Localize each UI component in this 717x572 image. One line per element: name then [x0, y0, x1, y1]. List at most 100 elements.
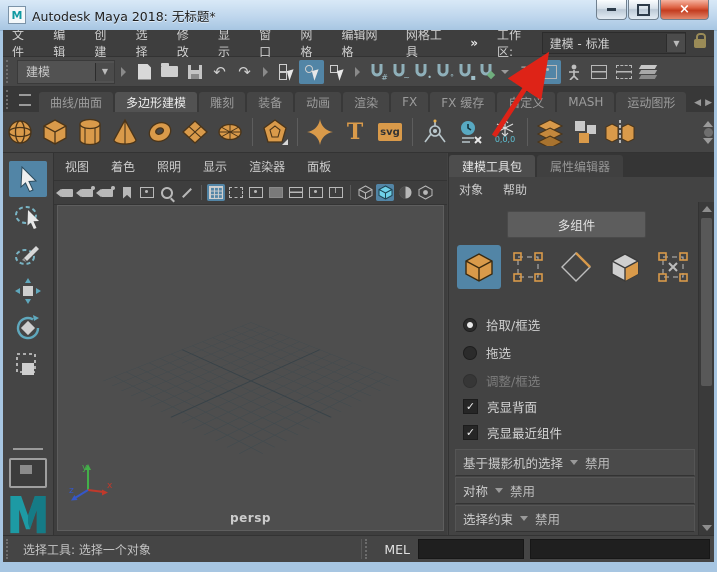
- combine-button[interactable]: [570, 117, 600, 147]
- pan-zoom-button[interactable]: [158, 184, 176, 201]
- film-gate-button[interactable]: [227, 184, 245, 201]
- type-tool-button[interactable]: T: [340, 117, 370, 147]
- drag-handle[interactable]: [6, 539, 12, 559]
- edge-mode-button[interactable]: [554, 245, 598, 289]
- field-chart-button[interactable]: [287, 184, 305, 201]
- menu-windows[interactable]: 窗口: [250, 30, 291, 60]
- chevron-down-icon[interactable]: ▼: [666, 34, 685, 52]
- section-collapse-icon[interactable]: [355, 67, 360, 77]
- attribute-editor-button[interactable]: [611, 60, 636, 84]
- shelf-tab-prev-icon[interactable]: ◀: [694, 98, 701, 108]
- safe-action-button[interactable]: [307, 184, 325, 201]
- grease-pencil-button[interactable]: [178, 184, 196, 201]
- mirror-button[interactable]: [605, 117, 635, 147]
- move-tool-button[interactable]: [9, 273, 47, 309]
- object-mode-button[interactable]: [457, 245, 501, 289]
- poly-sphere-button[interactable]: [5, 117, 35, 147]
- snap-to-grid-button[interactable]: #: [368, 62, 386, 82]
- poly-cylinder-button[interactable]: [75, 117, 105, 147]
- shelf-tab-rigging[interactable]: 装备: [247, 92, 293, 112]
- menu-display[interactable]: 显示: [209, 30, 250, 60]
- title-bar[interactable]: M Autodesk Maya 2018: 无标题* ×: [0, 0, 717, 31]
- poly-cube-button[interactable]: [40, 117, 70, 147]
- select-component-button[interactable]: [324, 60, 349, 84]
- section-collapse-icon[interactable]: [263, 67, 268, 77]
- shelf-tab-animation[interactable]: 动画: [295, 92, 341, 112]
- vertical-scrollbar[interactable]: [698, 202, 714, 535]
- chevron-down-icon[interactable]: [520, 516, 528, 521]
- poly-disc-button[interactable]: [215, 117, 245, 147]
- radio-pick-marquee[interactable]: 拾取/框选: [463, 315, 540, 334]
- chevron-down-icon[interactable]: [570, 460, 578, 465]
- platonic-solid-button[interactable]: [260, 117, 290, 147]
- rotate-tool-button[interactable]: [9, 310, 47, 346]
- safe-title-button[interactable]: [327, 184, 345, 201]
- section-collapse-icon[interactable]: [121, 67, 126, 77]
- vertex-mode-button[interactable]: [506, 245, 550, 289]
- toolkit-menu-objects[interactable]: 对象: [449, 181, 493, 198]
- scroll-down-icon[interactable]: [703, 138, 713, 144]
- image-plane-button[interactable]: [138, 184, 156, 201]
- shelf-tab-motion-graphics[interactable]: 运动图形: [616, 92, 686, 112]
- menu-mesh-tools[interactable]: 网格工具: [397, 30, 461, 60]
- shaded-mode-button[interactable]: [376, 184, 394, 201]
- checkbox-highlight-nearest[interactable]: ✓ 亮显最近组件: [463, 423, 562, 442]
- input-connections-button[interactable]: [536, 60, 561, 84]
- poly-cone-button[interactable]: [110, 117, 140, 147]
- bookmark-button[interactable]: [118, 184, 136, 201]
- lock-camera-button[interactable]: [78, 184, 96, 201]
- menu-overflow-indicator[interactable]: »: [461, 36, 487, 50]
- tab-modeling-toolkit[interactable]: 建模工具包: [449, 155, 535, 177]
- menu-set-dropdown[interactable]: 建模 ▼: [17, 60, 115, 84]
- scroll-grip-icon[interactable]: [704, 128, 713, 137]
- uv-mode-button[interactable]: [651, 245, 695, 289]
- panel-menu-show[interactable]: 显示: [192, 158, 238, 175]
- radio-drag-select[interactable]: 拖选: [463, 343, 511, 362]
- shelf-tab-sculpting[interactable]: 雕刻: [199, 92, 245, 112]
- camera-based-selection-row[interactable]: 基于摄影机的选择 禁用: [455, 449, 695, 476]
- scale-tool-button[interactable]: [9, 347, 47, 383]
- symmetry-value[interactable]: 无: [520, 63, 532, 80]
- restore-button[interactable]: [628, 0, 659, 20]
- shelf-tab-rendering[interactable]: 渲染: [343, 92, 389, 112]
- viewport-canvas[interactable]: y x z persp: [57, 205, 444, 531]
- checkbox-highlight-backfaces[interactable]: ✓ 亮显背面: [463, 397, 537, 416]
- workspace-dropdown[interactable]: 建模 - 标准 ▼: [542, 32, 687, 54]
- menu-mesh[interactable]: 网格: [291, 30, 332, 60]
- construction-aim-button[interactable]: [420, 117, 450, 147]
- workspace-lock-icon[interactable]: [694, 39, 706, 48]
- paint-select-tool-button[interactable]: [9, 235, 47, 271]
- shelf-tab-mash[interactable]: MASH: [557, 92, 614, 112]
- minimize-button[interactable]: [596, 0, 627, 20]
- select-object-button[interactable]: [299, 60, 324, 84]
- chevron-down-icon[interactable]: [501, 70, 509, 74]
- shelf-tab-fx[interactable]: FX: [391, 92, 428, 112]
- gate-mask-button[interactable]: [267, 184, 285, 201]
- layer-editor-button[interactable]: [636, 60, 661, 84]
- shelf-tab-custom[interactable]: 自定义: [497, 92, 555, 112]
- face-mode-button[interactable]: [603, 245, 647, 289]
- toolkit-menu-help[interactable]: 帮助: [493, 181, 537, 198]
- menu-file[interactable]: 文件: [3, 30, 44, 60]
- panel-menu-lighting[interactable]: 照明: [146, 158, 192, 175]
- menu-edit-mesh[interactable]: 编辑网格: [333, 30, 397, 60]
- redo-button[interactable]: ↷: [232, 60, 257, 84]
- super-shape-button[interactable]: [305, 117, 335, 147]
- shelf-tab-poly-modeling[interactable]: 多边形建模: [115, 92, 197, 112]
- snap-to-curve-button[interactable]: ~: [390, 62, 408, 82]
- menu-select[interactable]: 选择: [127, 30, 168, 60]
- select-hierarchy-button[interactable]: [274, 60, 299, 84]
- resolution-gate-button[interactable]: [247, 184, 265, 201]
- drag-handle[interactable]: [365, 539, 371, 559]
- scroll-up-icon[interactable]: [703, 121, 713, 127]
- poly-plane-button[interactable]: [180, 117, 210, 147]
- camera-attributes-button[interactable]: [98, 184, 116, 201]
- snap-to-projected-center-button[interactable]: °: [434, 62, 452, 82]
- select-camera-button[interactable]: [58, 184, 76, 201]
- shelf-tab-fx-caching[interactable]: FX 缓存: [430, 92, 495, 112]
- drag-handle[interactable]: [6, 60, 12, 83]
- select-tool-button[interactable]: [9, 161, 47, 197]
- channel-box-button[interactable]: [586, 60, 611, 84]
- shelf-scroll-control[interactable]: [703, 121, 713, 144]
- character-set-button[interactable]: [561, 60, 586, 84]
